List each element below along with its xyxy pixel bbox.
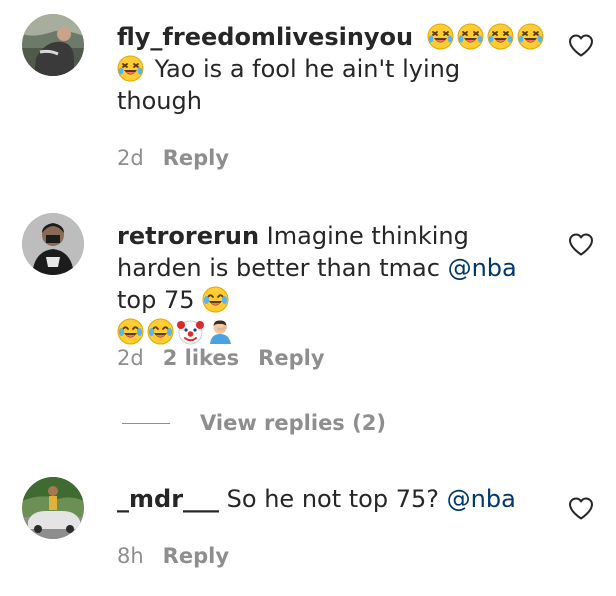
reply-button[interactable]: Reply: [163, 544, 229, 568]
comment-username[interactable]: _mdr___: [117, 485, 219, 513]
reply-button[interactable]: Reply: [258, 346, 324, 370]
view-replies-button[interactable]: View replies (2): [122, 406, 386, 440]
avatar[interactable]: [22, 213, 84, 275]
like-heart-icon[interactable]: [568, 232, 594, 256]
joy-icon: [117, 318, 144, 345]
joy-icon: [202, 286, 230, 313]
avatar[interactable]: [22, 477, 84, 539]
person-facepalming-icon: [210, 320, 231, 344]
comment-timestamp[interactable]: 8h: [117, 544, 144, 568]
comment-body: _mdr___ So he not top 75? @nba: [117, 483, 547, 515]
rolling-on-floor-laughing-icon: [486, 23, 514, 50]
view-replies-label[interactable]: View replies (2): [200, 411, 386, 435]
divider-line: [122, 422, 170, 424]
like-heart-icon[interactable]: [568, 33, 594, 57]
rolling-on-floor-laughing-icon: [516, 23, 544, 50]
comment-timestamp[interactable]: 2d: [117, 146, 144, 170]
comment-meta: 8h Reply: [117, 542, 248, 570]
comment-text: top 75: [117, 286, 195, 314]
comment-text: So he not top 75?: [226, 485, 439, 513]
comment-body: retrorerun Imagine thinking harden is be…: [117, 220, 547, 348]
mention-link[interactable]: @nba: [448, 254, 517, 282]
comment-timestamp[interactable]: 2d: [117, 346, 144, 370]
avatar[interactable]: [22, 14, 84, 76]
comment-meta: 2d Reply: [117, 144, 248, 172]
comment-username[interactable]: retrorerun: [117, 222, 259, 250]
rolling-on-floor-laughing-icon: [456, 23, 484, 50]
mention-link[interactable]: @nba: [447, 485, 516, 513]
reply-button[interactable]: Reply: [163, 146, 229, 170]
comment-text: Yao is a fool he ain't lying though: [117, 55, 461, 115]
like-heart-icon[interactable]: [568, 496, 594, 520]
rolling-on-floor-laughing-icon: [426, 23, 454, 50]
joy-icon: [147, 318, 174, 345]
likes-count[interactable]: 2 likes: [163, 346, 239, 370]
comment-username[interactable]: fly_freedomlivesinyou: [117, 23, 413, 51]
comment-meta: 2d 2 likes Reply: [117, 344, 344, 372]
rolling-on-floor-laughing-icon: [117, 55, 144, 82]
comment-body: fly_freedomlivesinyou Yao is a fool he a…: [117, 21, 547, 117]
clown-icon: [177, 320, 204, 345]
